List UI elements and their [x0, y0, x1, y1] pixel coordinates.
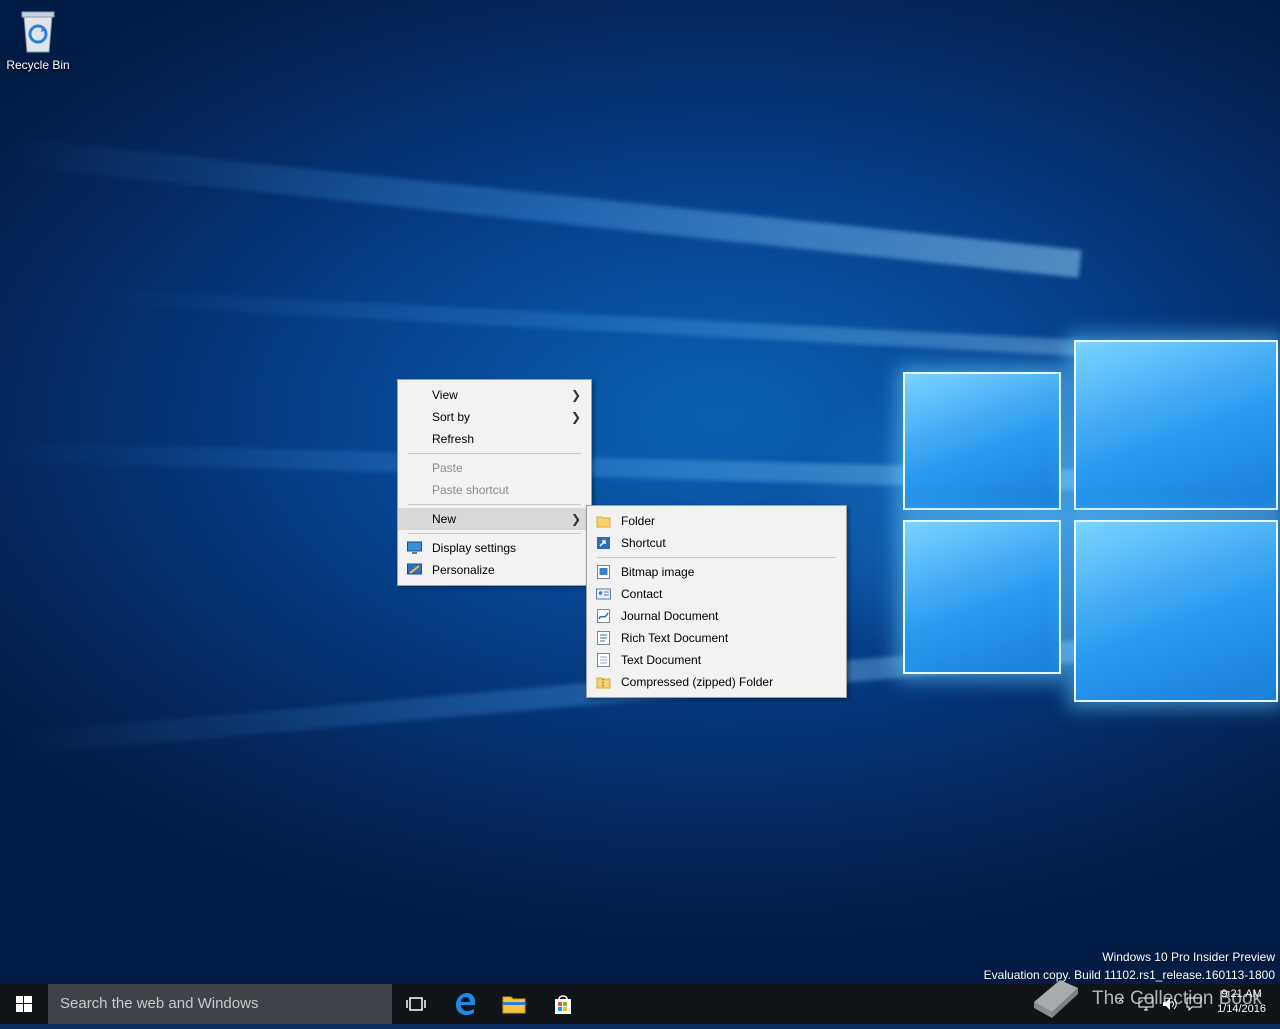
menu-item-label: New [432, 512, 457, 526]
menu-item-label: Display settings [432, 541, 517, 555]
recycle-bin-icon [21, 11, 55, 53]
journal-icon [597, 609, 610, 623]
menu-separator [408, 533, 581, 534]
submenu-item-label: Compressed (zipped) Folder [621, 675, 774, 689]
submenu-item-bitmap-image[interactable]: Bitmap image [587, 561, 846, 583]
start-button[interactable] [0, 984, 48, 1024]
desktop-context-menu: View ❯ Sort by ❯ Refresh Paste Paste sho… [397, 379, 592, 586]
search-placeholder: Search the web and Windows [60, 995, 259, 1012]
menu-item-display-settings[interactable]: Display settings [398, 537, 591, 559]
menu-item-label: Paste [432, 461, 463, 475]
menu-item-sort-by[interactable]: Sort by ❯ [398, 406, 591, 428]
recycle-bin-shortcut[interactable]: Recycle Bin [6, 8, 70, 72]
menu-item-label: Paste shortcut [432, 483, 509, 497]
desktop-background[interactable]: Recycle Bin Windows 10 Pro Insider Previ… [0, 0, 1280, 984]
submenu-item-label: Text Document [621, 653, 702, 667]
new-submenu: Folder Shortcut Bitmap image Contact Jou… [586, 505, 847, 698]
display-icon [407, 541, 422, 554]
file-explorer-taskbar-button[interactable] [490, 984, 538, 1024]
store-icon [555, 995, 571, 1014]
submenu-item-label: Contact [621, 587, 663, 601]
task-view-icon [406, 997, 426, 1011]
menu-item-label: Sort by [432, 410, 471, 424]
edge-icon [456, 993, 476, 1015]
submenu-item-folder[interactable]: Folder [587, 510, 846, 532]
submenu-item-label: Journal Document [621, 609, 719, 623]
search-box[interactable]: Search the web and Windows [48, 984, 392, 1024]
submenu-item-label: Folder [621, 514, 656, 528]
menu-separator [408, 504, 581, 505]
windows-logo-pane [1074, 520, 1278, 702]
submenu-item-text-document[interactable]: Text Document [587, 649, 846, 671]
store-taskbar-button[interactable] [539, 984, 587, 1024]
chevron-right-icon: ❯ [570, 388, 581, 402]
submenu-item-label: Shortcut [621, 536, 666, 550]
menu-item-label: Personalize [432, 563, 495, 577]
submenu-item-label: Rich Text Document [621, 631, 729, 645]
submenu-item-rich-text-document[interactable]: Rich Text Document [587, 627, 846, 649]
menu-item-personalize[interactable]: Personalize [398, 559, 591, 581]
watermark-edition: Windows 10 Pro Insider Preview [1102, 950, 1275, 964]
bitmap-icon [597, 565, 610, 579]
submenu-item-contact[interactable]: Contact [587, 583, 846, 605]
submenu-item-compressed-folder[interactable]: Compressed (zipped) Folder [587, 671, 846, 693]
menu-item-view[interactable]: View ❯ [398, 384, 591, 406]
menu-item-refresh[interactable]: Refresh [398, 428, 591, 450]
windows-logo-pane [903, 520, 1061, 674]
menu-item-label: Refresh [432, 432, 475, 446]
windows-logo-pane [1074, 340, 1278, 510]
light-beam [100, 288, 1081, 356]
task-view-button[interactable] [392, 984, 440, 1024]
rich-text-icon [597, 631, 610, 645]
chevron-right-icon: ❯ [570, 512, 581, 526]
menu-separator [597, 557, 836, 558]
menu-item-paste-shortcut[interactable]: Paste shortcut [398, 479, 591, 501]
file-explorer-icon [502, 996, 526, 1014]
personalize-icon [407, 563, 422, 575]
book-icon [1034, 980, 1078, 1018]
folder-icon [596, 516, 611, 528]
brand-watermark: The Collection Book [1030, 972, 1270, 1024]
zip-folder-icon [596, 677, 611, 689]
text-document-icon [597, 653, 610, 667]
submenu-item-journal-document[interactable]: Journal Document [587, 605, 846, 627]
windows-logo-pane [903, 372, 1061, 510]
recycle-bin-label: Recycle Bin [6, 58, 70, 72]
chevron-right-icon: ❯ [570, 410, 581, 424]
edge-taskbar-button[interactable] [442, 984, 490, 1024]
menu-item-paste[interactable]: Paste [398, 457, 591, 479]
shortcut-icon [597, 537, 610, 549]
menu-separator [408, 453, 581, 454]
submenu-item-shortcut[interactable]: Shortcut [587, 532, 846, 554]
light-beam [4, 137, 1082, 278]
submenu-item-label: Bitmap image [621, 565, 695, 579]
brand-text: The Collection Book [1092, 988, 1263, 1009]
contact-icon [596, 588, 611, 600]
menu-item-label: View [432, 388, 458, 402]
menu-item-new[interactable]: New ❯ [398, 508, 591, 530]
windows-logo-icon [16, 996, 32, 1012]
